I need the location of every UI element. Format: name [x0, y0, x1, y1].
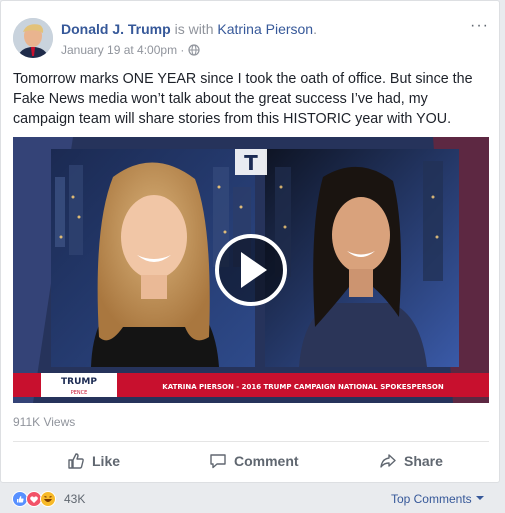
lower-third-logo-bottom: PENCE [71, 390, 88, 396]
share-label: Share [404, 453, 443, 469]
with-text: is with [170, 21, 218, 37]
play-icon[interactable] [215, 234, 287, 306]
author-avatar[interactable] [13, 18, 53, 58]
like-button[interactable]: Like [67, 448, 120, 474]
globe-icon[interactable] [188, 44, 200, 56]
comment-icon [210, 454, 226, 469]
reaction-icons[interactable] [12, 490, 62, 508]
share-button[interactable]: Share [379, 448, 443, 474]
comment-label: Comment [234, 453, 299, 469]
post-options-button[interactable]: ··· [470, 17, 489, 35]
like-reaction-icon [12, 491, 28, 507]
video-player[interactable]: T TRUMP PENCE KATRINA PIERSON - 2016 TRU… [13, 137, 489, 403]
caret-down-icon [476, 496, 484, 500]
like-label: Like [92, 453, 121, 469]
lower-third-logo-top: TRUMP [61, 377, 97, 387]
comment-button[interactable]: Comment [209, 448, 299, 474]
video-thumbnail: T TRUMP PENCE KATRINA PIERSON - 2016 TRU… [13, 137, 489, 403]
reaction-count[interactable]: 43K [64, 492, 85, 506]
top-comments-label: Top Comments [390, 492, 472, 506]
lower-third-caption: KATRINA PIERSON - 2016 TRUMP CAMPAIGN NA… [162, 383, 444, 391]
avatar-image [13, 18, 53, 58]
post-actions: Like Comment Share [13, 441, 489, 477]
share-icon [380, 454, 396, 468]
reactions-bar: 43K Top Comments [0, 485, 505, 513]
post-meta: January 19 at 4:00pm · [61, 43, 200, 57]
post-text: Tomorrow marks ONE YEAR since I took the… [13, 71, 473, 127]
post-card: Donald J. Trump is with Katrina Pierson.… [0, 0, 500, 483]
view-count[interactable]: 911K Views [13, 415, 75, 429]
author-name[interactable]: Donald J. Trump [61, 21, 171, 37]
post-header: Donald J. Trump is with Katrina Pierson. [61, 21, 317, 37]
post-timestamp[interactable]: January 19 at 4:00pm [61, 43, 177, 57]
tagged-person[interactable]: Katrina Pierson [217, 21, 313, 37]
network-logo: T [244, 151, 258, 175]
haha-reaction-icon [40, 491, 56, 507]
top-comments-dropdown[interactable]: Top Comments [391, 492, 485, 506]
meta-separator: · [177, 43, 188, 57]
tag-suffix: . [313, 21, 317, 37]
thumbs-up-icon [68, 453, 84, 469]
love-reaction-icon [26, 491, 42, 507]
